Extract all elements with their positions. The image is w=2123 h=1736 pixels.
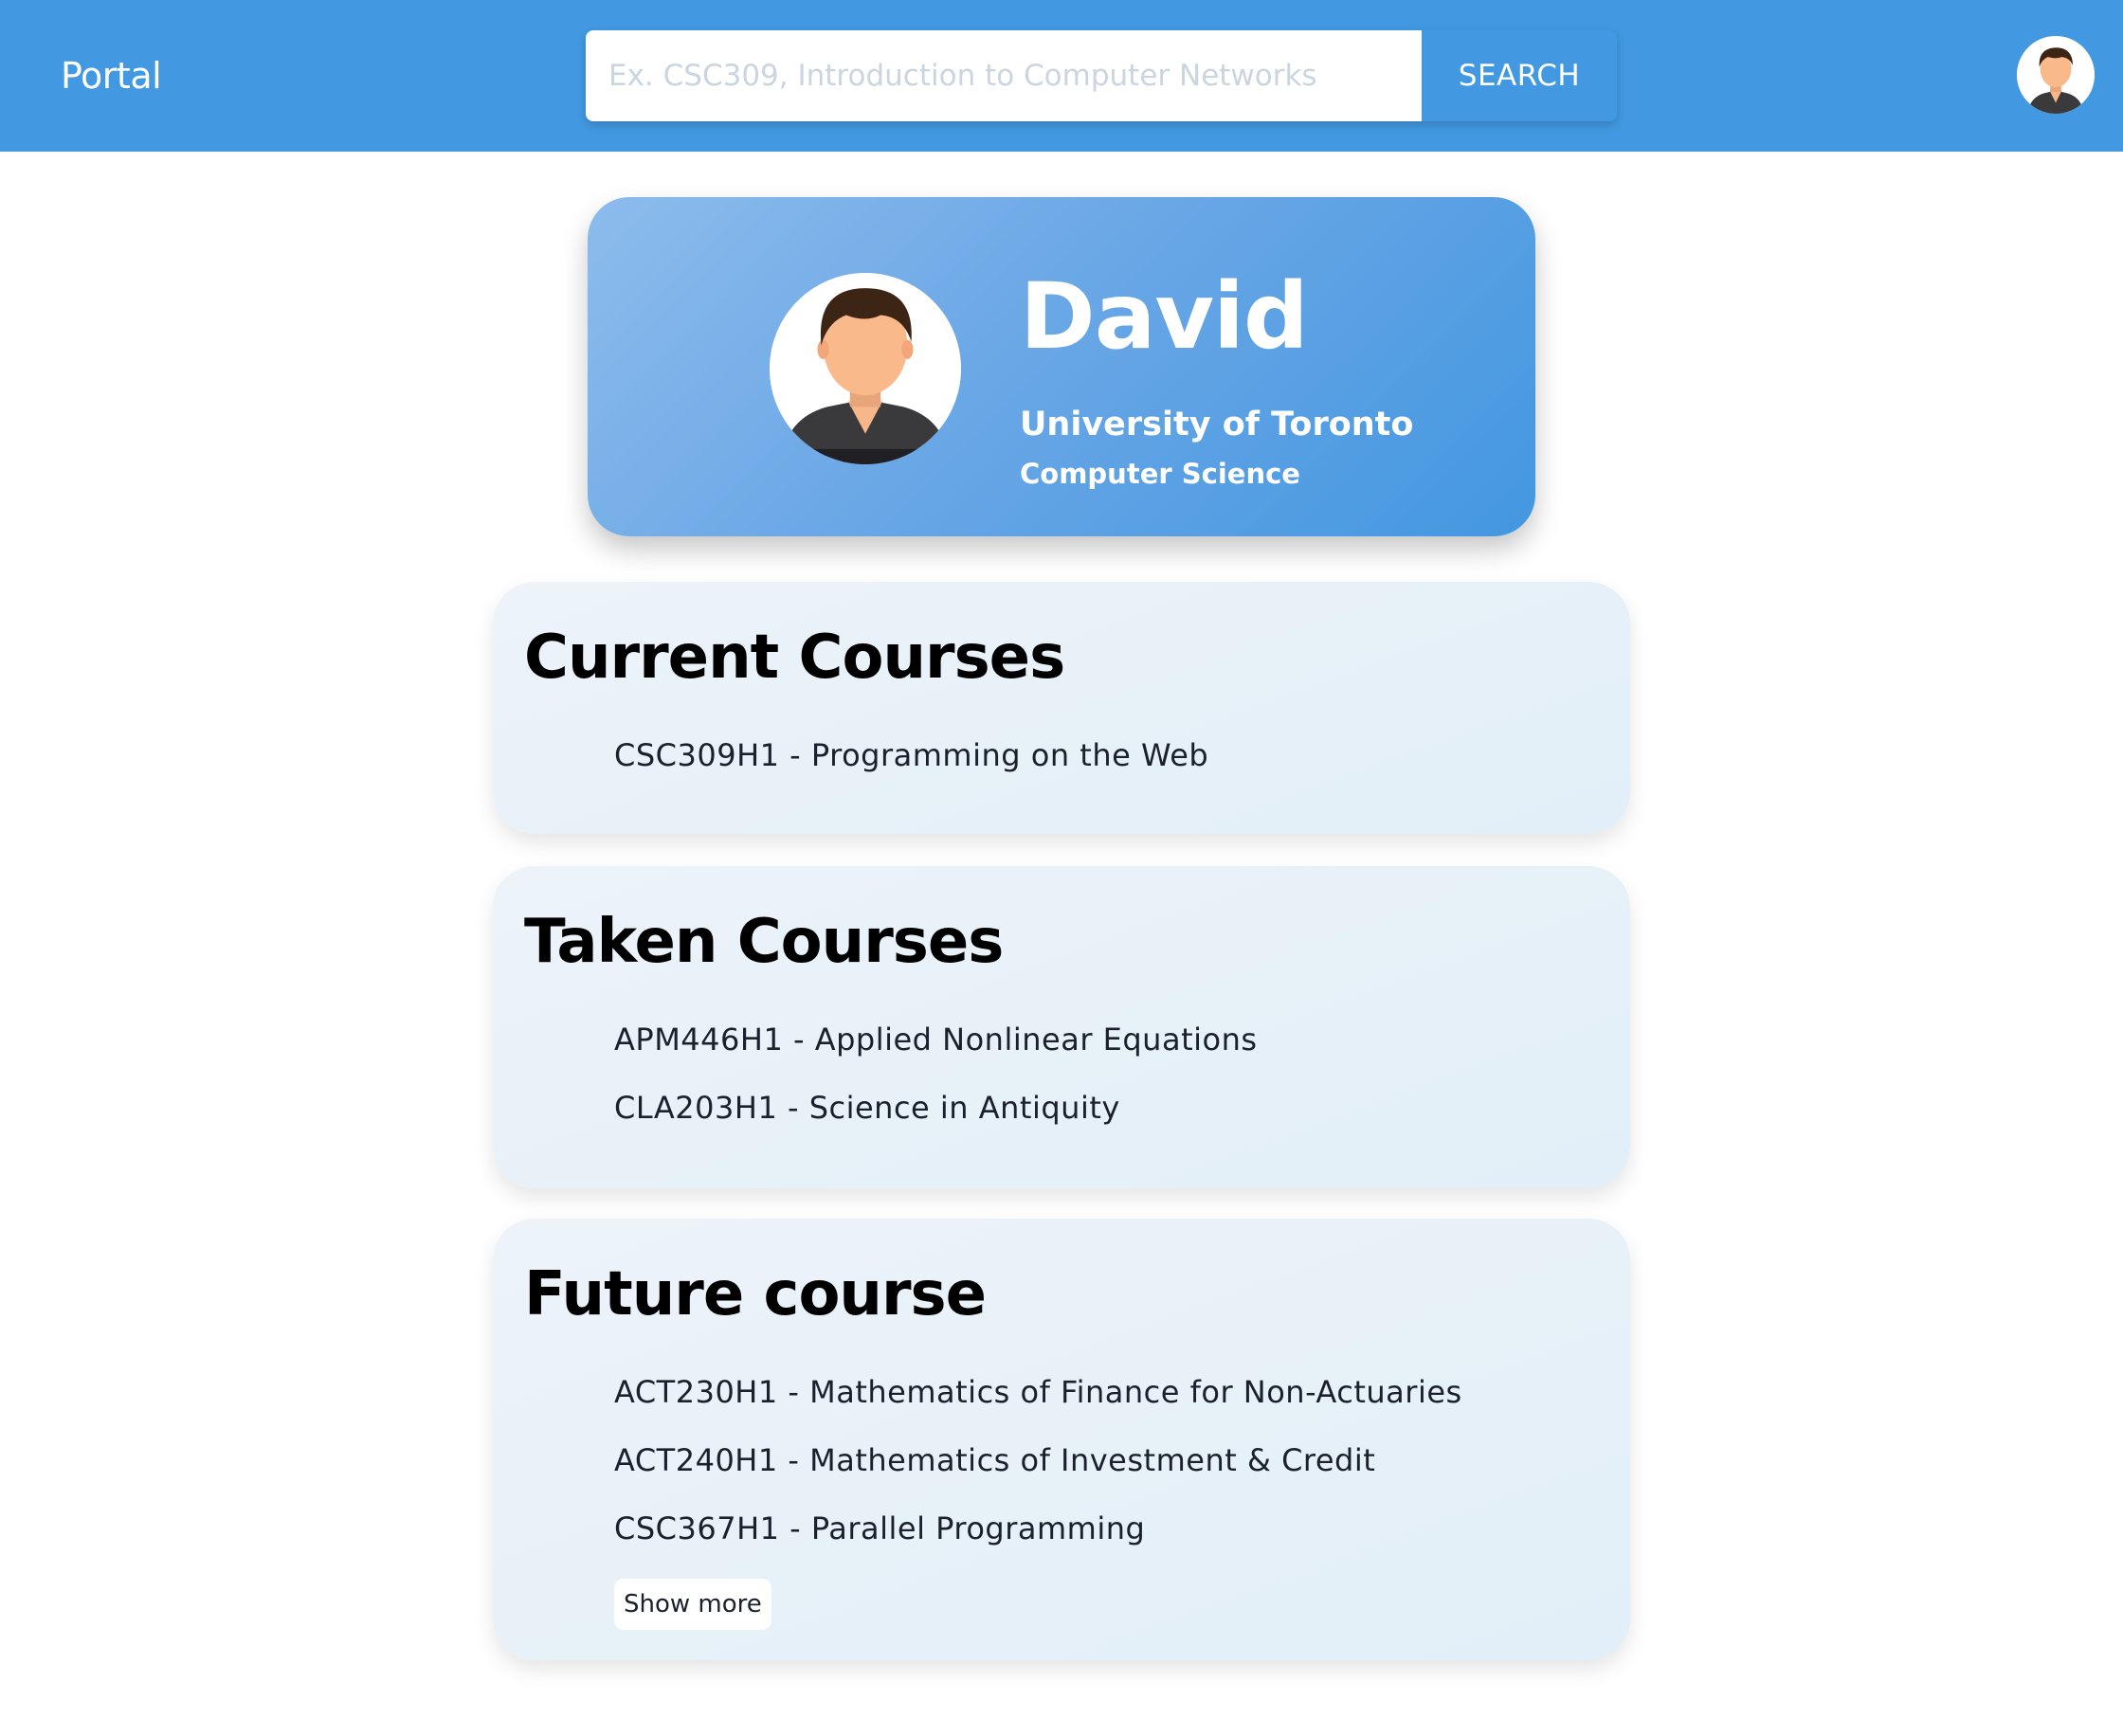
current-courses-card: Current Courses CSC309H1 - Programming o…: [493, 582, 1630, 834]
section-title: Current Courses: [524, 623, 1065, 693]
section-title: Taken Courses: [524, 907, 1004, 977]
course-list: ACT230H1 - Mathematics of Finance for No…: [614, 1365, 1462, 1569]
course-item[interactable]: APM446H1 - Applied Nonlinear Equations: [614, 1012, 1258, 1080]
search-bar: SEARCH: [586, 30, 1617, 121]
course-item[interactable]: ACT240H1 - Mathematics of Investment & C…: [614, 1433, 1462, 1501]
show-more-button[interactable]: Show more: [614, 1579, 771, 1630]
brand-logo-text[interactable]: Portal: [61, 47, 162, 104]
profile-program: Computer Science: [1020, 458, 1300, 490]
user-avatar-icon[interactable]: [2017, 36, 2095, 114]
taken-courses-card: Taken Courses APM446H1 - Applied Nonline…: [493, 866, 1630, 1188]
course-item[interactable]: ACT230H1 - Mathematics of Finance for No…: [614, 1365, 1462, 1433]
course-item[interactable]: CSC309H1 - Programming on the Web: [614, 728, 1208, 796]
course-item[interactable]: CLA203H1 - Science in Antiquity: [614, 1080, 1258, 1148]
top-navbar: Portal SEARCH: [0, 0, 2123, 152]
course-list: CSC309H1 - Programming on the Web: [614, 728, 1208, 796]
course-list: APM446H1 - Applied Nonlinear Equations C…: [614, 1012, 1258, 1148]
profile-name: David: [1020, 263, 1309, 370]
course-item[interactable]: CSC367H1 - Parallel Programming: [614, 1501, 1462, 1569]
section-title: Future course: [524, 1259, 987, 1329]
profile-card: David University of Toronto Computer Sci…: [588, 197, 1535, 536]
search-input[interactable]: [586, 30, 1422, 121]
profile-university: University of Toronto: [1020, 406, 1414, 443]
user-avatar-icon: [770, 273, 961, 464]
search-button[interactable]: SEARCH: [1422, 30, 1617, 121]
future-courses-card: Future course ACT230H1 - Mathematics of …: [493, 1219, 1630, 1660]
